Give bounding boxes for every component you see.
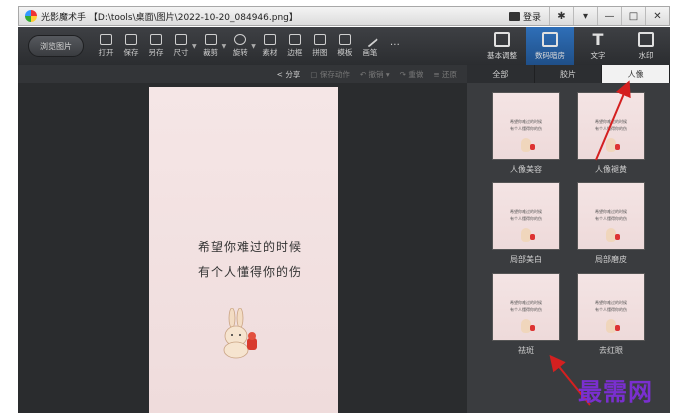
adjust-icon xyxy=(494,31,510,47)
more-icon: … xyxy=(389,36,400,48)
rotate-button[interactable]: 旋转 xyxy=(228,34,252,58)
watermark-button[interactable]: 水印 xyxy=(622,27,670,65)
photo-quote-line-1: 希望你难过的时候 xyxy=(197,240,302,254)
login-label: 登录 xyxy=(522,12,541,23)
redo-button[interactable]: ↷ 重做 xyxy=(400,69,424,80)
material-icon xyxy=(263,34,276,45)
restore-button[interactable]: ≡ 还原 xyxy=(433,69,457,80)
template-icon xyxy=(338,34,351,45)
browse-images-button[interactable]: 浏览图片 xyxy=(28,35,84,57)
save-as-button[interactable]: 另存 xyxy=(144,34,168,58)
border-button[interactable]: 边框 xyxy=(283,34,307,58)
resize-dropdown-icon[interactable]: ▼ xyxy=(192,43,197,50)
skin-button[interactable]: ✱ xyxy=(549,7,573,25)
crop-button[interactable]: 裁剪 xyxy=(199,34,223,58)
crop-dropdown-icon[interactable]: ▼ xyxy=(222,43,227,50)
file-path: 【D:\tools\桌面\图片\2022-10-20_084946.png】 xyxy=(88,12,298,23)
close-button[interactable]: ✕ xyxy=(645,7,669,25)
tab-film[interactable]: 胶片 xyxy=(535,65,603,83)
effects-tabs: 全部 胶片 人像 xyxy=(467,65,671,83)
text-button[interactable]: T 文字 xyxy=(574,27,622,65)
effect-thumbnail: 希望你难过的时候 有个人懂得你的伤 xyxy=(577,92,645,160)
brush-icon xyxy=(361,31,379,48)
photo-quote-line-2: 有个人懂得你的伤 xyxy=(197,265,302,279)
resize-button[interactable]: 尺寸 xyxy=(169,34,193,58)
digital-darkroom-button[interactable]: 数码暗房 xyxy=(526,27,574,65)
monitor-icon xyxy=(508,11,520,21)
save-action-button[interactable]: ▢ 保存动作 xyxy=(310,69,349,80)
app-name: 光影魔术手 xyxy=(41,12,87,23)
open-button[interactable]: 打开 xyxy=(94,34,118,58)
share-button[interactable]: < 分享 xyxy=(277,69,301,80)
effect-red-eye-removal[interactable]: 希望你难过的时候 有个人懂得你的伤 去红眼 xyxy=(577,273,645,356)
text-icon: T xyxy=(592,29,604,49)
tab-portrait[interactable]: 人像 xyxy=(602,65,671,83)
action-bar: < 分享 ▢ 保存动作 ↶ 撤销 ▾ ↷ 重做 ≡ 还原 xyxy=(18,65,467,83)
effect-local-whitening[interactable]: 希望你难过的时候 有个人懂得你的伤 局部美白 xyxy=(492,182,560,265)
undo-button[interactable]: ↶ 撤销 ▾ xyxy=(360,69,390,80)
effect-thumbnail: 希望你难过的时候 有个人懂得你的伤 xyxy=(492,182,560,250)
app-logo-icon xyxy=(25,10,37,22)
effect-local-smoothing[interactable]: 希望你难过的时候 有个人懂得你的伤 局部磨皮 xyxy=(577,182,645,265)
basic-adjust-button[interactable]: 基本调整 xyxy=(478,27,526,65)
template-button[interactable]: 模板 xyxy=(333,34,357,58)
watermark-icon xyxy=(638,31,654,47)
login-button[interactable]: 登录 xyxy=(501,7,549,25)
menu-button[interactable]: ▾ xyxy=(573,7,597,25)
maximize-button[interactable]: □ xyxy=(621,7,645,25)
rotate-icon xyxy=(234,34,247,45)
border-icon xyxy=(288,34,301,45)
more-button[interactable]: … xyxy=(383,37,407,56)
bunny-illustration xyxy=(223,308,257,359)
effect-thumbnail: 希望你难过的时候 有个人懂得你的伤 xyxy=(577,273,645,341)
darkroom-icon xyxy=(542,31,558,47)
resize-icon xyxy=(175,34,187,45)
effect-portrait-beauty[interactable]: 希望你难过的时候 有个人懂得你的伤 人像美容 xyxy=(492,92,560,175)
material-button[interactable]: 素材 xyxy=(258,34,282,58)
collage-button[interactable]: 拼图 xyxy=(308,34,332,58)
effect-thumbnail: 希望你难过的时候 有个人懂得你的伤 xyxy=(492,273,560,341)
brush-button[interactable]: 画笔 xyxy=(358,31,382,58)
save-button[interactable]: 保存 xyxy=(119,34,143,58)
open-icon xyxy=(100,34,112,45)
title-bar: 光影魔术手 【D:\tools\桌面\图片\2022-10-20_084946.… xyxy=(18,6,670,26)
tab-all[interactable]: 全部 xyxy=(467,65,535,83)
effect-freckle-removal[interactable]: 希望你难过的时候 有个人懂得你的伤 祛斑 xyxy=(492,273,560,356)
rotate-dropdown-icon[interactable]: ▼ xyxy=(251,43,256,50)
effect-thumbnail: 希望你难过的时候 有个人懂得你的伤 xyxy=(492,92,560,160)
crop-icon xyxy=(204,34,217,45)
effect-portrait-deyellow[interactable]: 希望你难过的时候 有个人懂得你的伤 人像褪黄 xyxy=(577,92,645,175)
minimize-button[interactable]: — xyxy=(597,7,621,25)
effect-thumbnail: 希望你难过的时候 有个人懂得你的伤 xyxy=(577,182,645,250)
main-toolbar: 浏览图片 打开 保存 另存 尺寸 ▼ 裁剪 ▼ 旋转 ▼ 素材 边框 拼图 模板… xyxy=(18,27,670,65)
site-watermark: 最需网 xyxy=(578,378,653,406)
save-as-icon xyxy=(150,34,162,45)
save-icon xyxy=(125,34,137,45)
collage-icon xyxy=(313,34,326,45)
